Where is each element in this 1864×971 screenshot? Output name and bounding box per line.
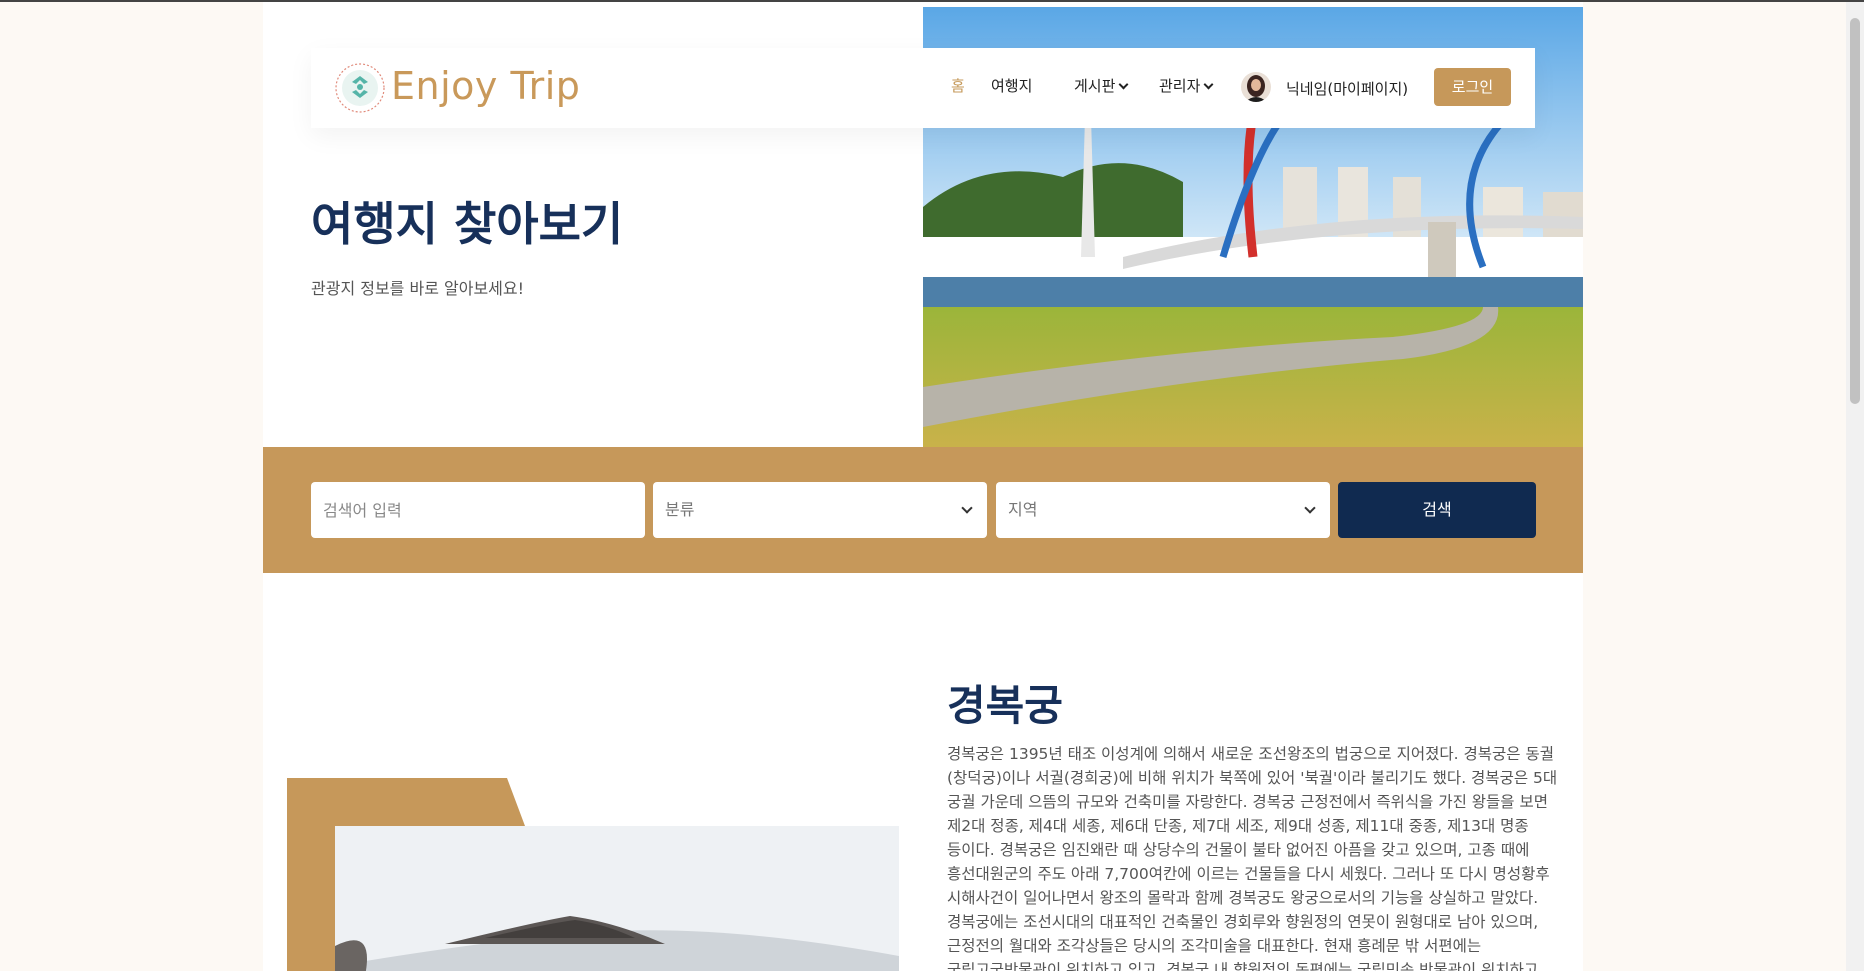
page-title: 여행지 찾아보기 xyxy=(311,197,624,251)
category-select[interactable]: 분류 xyxy=(653,482,987,538)
region-select[interactable]: 지역 xyxy=(996,482,1330,538)
chevron-down-icon xyxy=(1203,79,1214,90)
search-input-wrapper xyxy=(311,482,645,538)
nav-admin-label: 관리자 xyxy=(1159,77,1201,95)
mypage-link[interactable]: 닉네임(마이페이지) xyxy=(1286,78,1408,99)
logo-icon[interactable] xyxy=(334,62,386,114)
avatar[interactable] xyxy=(1241,72,1271,102)
chevron-down-icon xyxy=(961,502,973,514)
chevron-down-icon xyxy=(1304,502,1316,514)
nav-home[interactable]: 홈 xyxy=(951,75,965,96)
page-container: Enjoy Trip 홈 여행지 게시판 관리자 닉네임(마이페이지) 로그인 … xyxy=(263,2,1583,971)
brand-name[interactable]: Enjoy Trip xyxy=(391,64,580,108)
nav-board-label: 게시판 xyxy=(1074,77,1116,95)
region-select-value: 지역 xyxy=(1008,500,1038,519)
page-subtitle: 관광지 정보를 바로 알아보세요! xyxy=(311,279,525,298)
chevron-down-icon xyxy=(1118,79,1129,90)
category-select-value: 분류 xyxy=(665,500,695,519)
search-button[interactable]: 검색 xyxy=(1338,482,1536,538)
nav-admin[interactable]: 관리자 xyxy=(1159,75,1214,96)
nav-destinations[interactable]: 여행지 xyxy=(991,75,1032,96)
palace-image xyxy=(335,826,899,971)
page-scrollbar[interactable] xyxy=(1846,2,1864,971)
login-button[interactable]: 로그인 xyxy=(1434,68,1511,106)
navbar: Enjoy Trip 홈 여행지 게시판 관리자 닉네임(마이페이지) 로그인 xyxy=(311,48,1535,128)
search-bar: 분류 지역 검색 xyxy=(263,447,1583,573)
search-input[interactable] xyxy=(323,482,645,538)
place-description: 경복궁은 1395년 태조 이성계에 의해서 새로운 조선왕조의 법궁으로 지어… xyxy=(947,745,1558,971)
scrollbar-thumb[interactable] xyxy=(1850,18,1860,404)
nav-board[interactable]: 게시판 xyxy=(1074,75,1129,96)
place-title: 경복궁 xyxy=(947,681,1063,730)
